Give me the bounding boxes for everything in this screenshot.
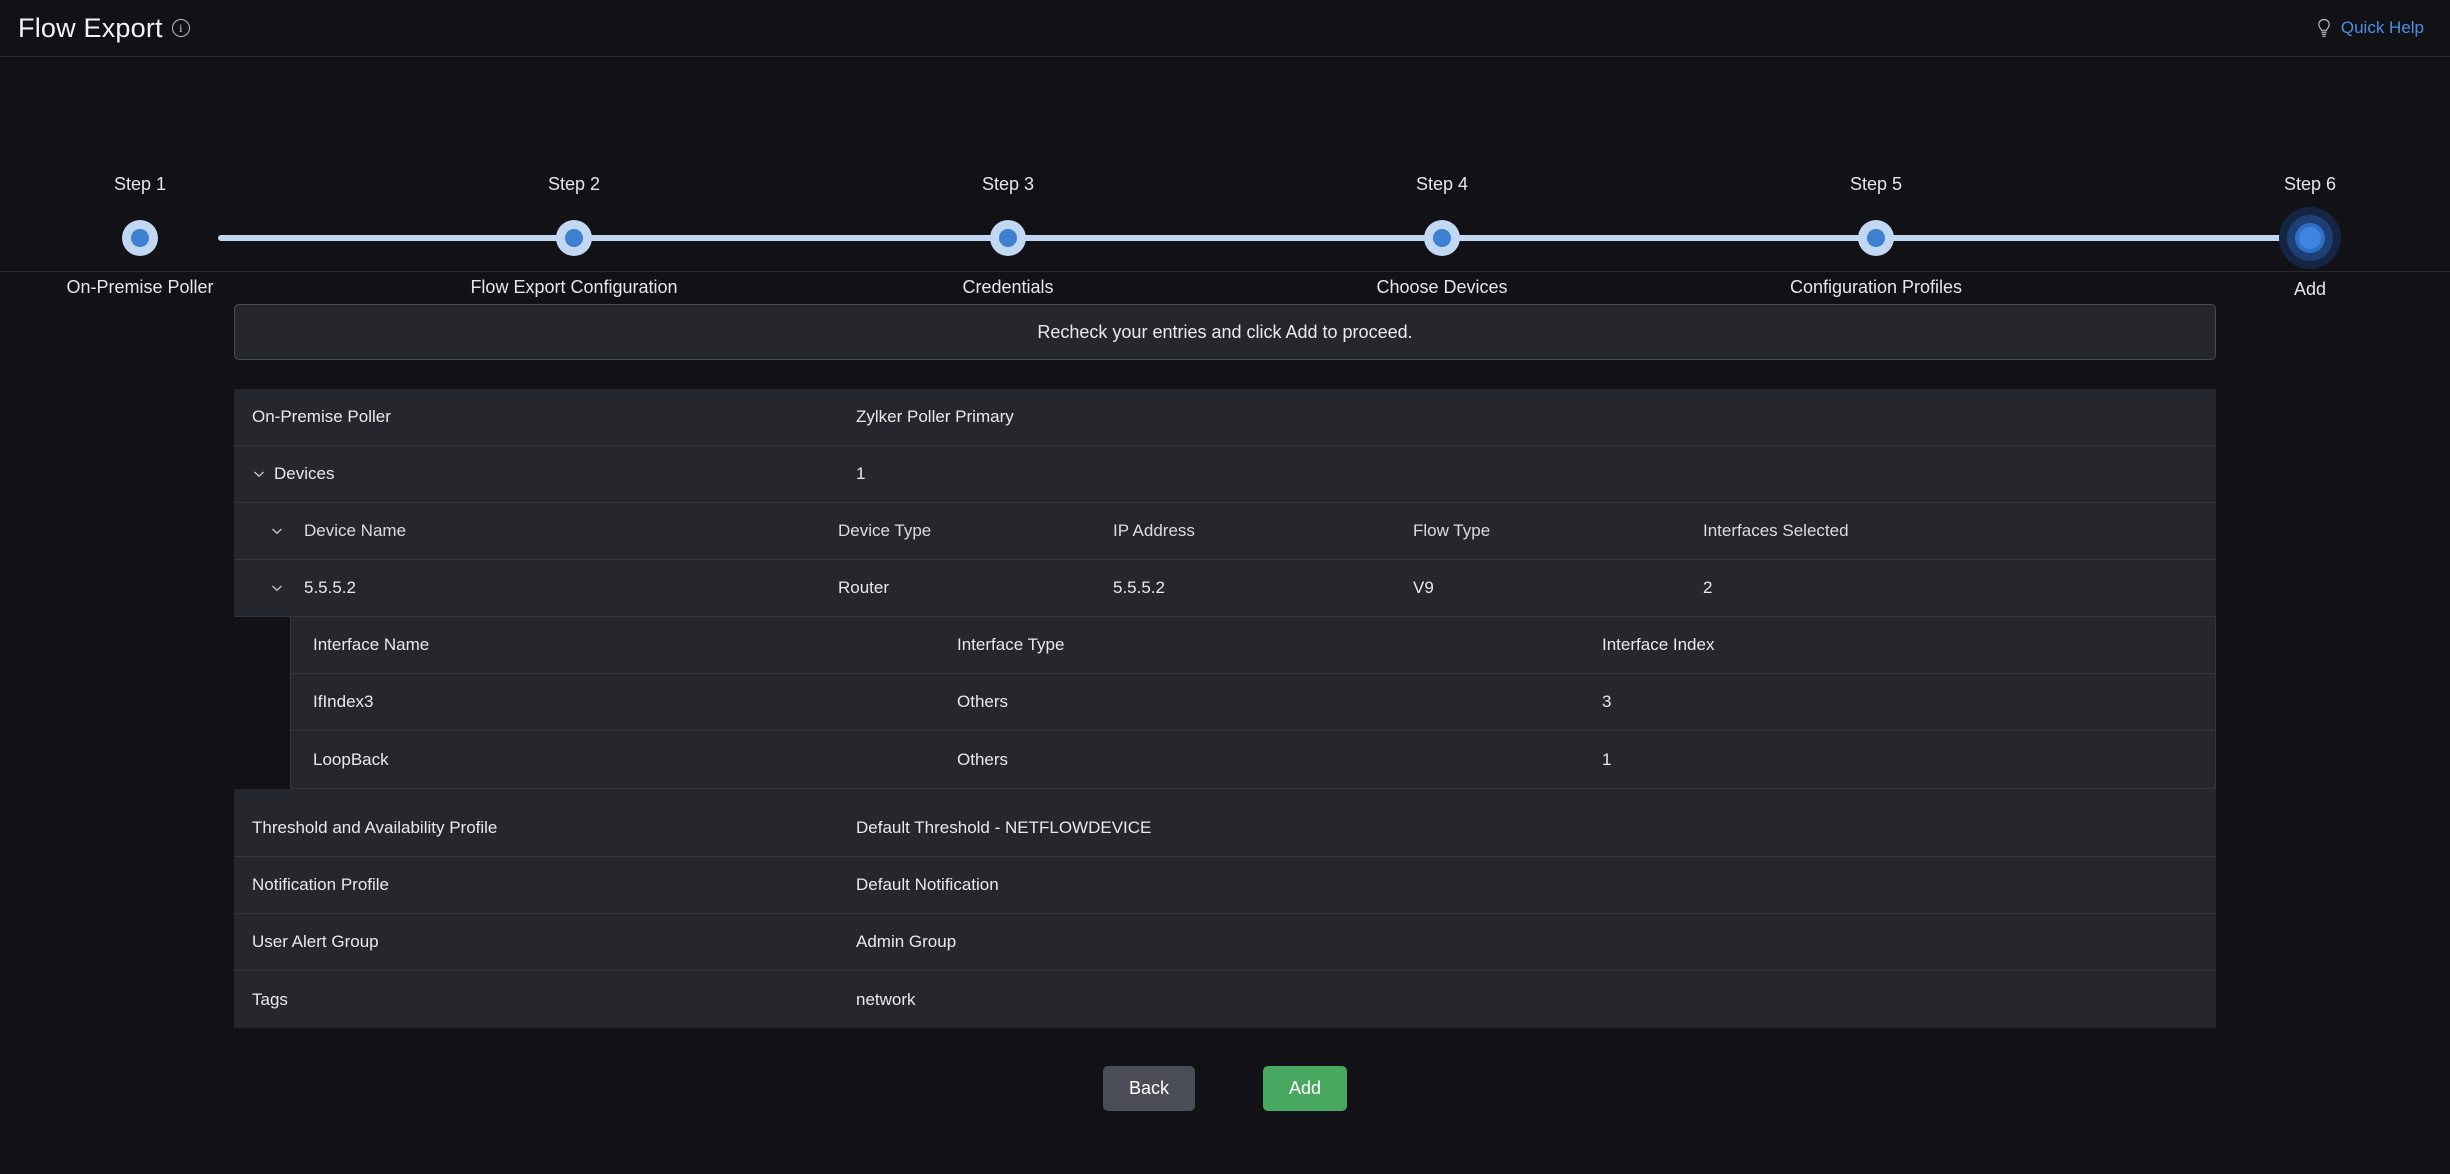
interface-table: Interface Name Interface Type Interface …: [290, 617, 2216, 789]
page-title-group: Flow Export i: [18, 13, 190, 44]
stepper-dot-inner: [1867, 229, 1885, 247]
stepper-step-dot[interactable]: [114, 212, 166, 264]
stepper-dot-inner: [1433, 229, 1451, 247]
stepper-step-number: Step 3: [981, 174, 1035, 194]
stepper-step-number: Step 2: [547, 174, 601, 194]
col-interface-name: Interface Name: [313, 635, 430, 654]
quick-help-label: Quick Help: [2340, 18, 2424, 37]
lightbulb-icon: [2318, 18, 2330, 37]
stepper-step-dot[interactable]: [2279, 207, 2341, 269]
stepper-dot-inner: [2299, 227, 2321, 249]
stepper-track: [218, 235, 2310, 241]
main-content: Recheck your entries and click Add to pr…: [0, 272, 2450, 1111]
back-button[interactable]: Back: [1102, 1066, 1195, 1111]
summary-row: Notification Profile Default Notification: [234, 857, 2216, 914]
interface-name-value: IfIndex3: [313, 692, 374, 711]
add-button[interactable]: Add: [1263, 1066, 1348, 1111]
stepper-step-label: On-Premise Poller: [66, 277, 214, 297]
interfaces-selected-value: 2: [1703, 578, 1713, 597]
stepper-dot-outer: [2295, 223, 2325, 253]
stepper-step-number: Step 5: [1849, 174, 1903, 194]
stepper-step-dot[interactable]: [1416, 212, 1468, 264]
notice-text: Recheck your entries and click Add to pr…: [1037, 321, 1413, 342]
stepper-step-dot[interactable]: [548, 212, 600, 264]
device-type-value: Router: [838, 578, 890, 597]
wizard-stepper: Step 1 On-Premise Poller Step 2 Flow Export…: [0, 57, 2450, 299]
stepper-dot-outer: [1424, 220, 1460, 256]
stepper-step-dot[interactable]: [1850, 212, 1902, 264]
poller-label: On-Premise Poller: [252, 407, 391, 426]
summary-row-devices[interactable]: Devices 1: [234, 446, 2216, 503]
col-interface-type: Interface Type: [957, 635, 1065, 654]
col-device-type: Device Type: [838, 521, 932, 540]
stepper-dot-inner: [131, 229, 149, 247]
summary-row: Threshold and Availability Profile Defaul…: [234, 800, 2216, 857]
poller-value: Zylker Poller Primary: [856, 407, 1014, 426]
summary-row-value: Default Threshold - NETFLOWDEVICE: [856, 818, 1152, 837]
stepper-step-label: Flow Export Configuration: [470, 277, 678, 297]
summary-row-value: Admin Group: [856, 932, 957, 951]
device-name-value: 5.5.5.2: [304, 578, 356, 597]
chevron-down-icon[interactable]: [252, 524, 304, 538]
interface-table-header: Interface Name Interface Type Interface …: [291, 617, 2215, 674]
stepper-step-number: Step 4: [1415, 174, 1469, 194]
summary-row-label: Notification Profile: [252, 875, 390, 894]
stepper-dot-outer: [556, 220, 592, 256]
stepper-step-dot[interactable]: [982, 212, 1034, 264]
stepper-dot-inner: [999, 229, 1017, 247]
stepper-step-label: Add: [2293, 279, 2327, 299]
summary-row-value: Default Notification: [856, 875, 999, 894]
notice-banner: Recheck your entries and click Add to pr…: [234, 304, 2216, 360]
interface-index-value: 3: [1602, 692, 1612, 711]
chevron-down-icon[interactable]: [252, 581, 304, 595]
summary-row: User Alert Group Admin Group: [234, 914, 2216, 971]
stepper-step-label: Credentials: [962, 277, 1054, 297]
device-table-header[interactable]: Device Name Device Type IP Address Flow …: [234, 503, 2216, 560]
summary-row-poller: On-Premise Poller Zylker Poller Primary: [234, 389, 2216, 446]
devices-count: 1: [856, 464, 866, 483]
summary-row-label: User Alert Group: [252, 932, 379, 951]
stepper-dot-outer: [1858, 220, 1894, 256]
stepper-step-number: Step 6: [2283, 174, 2337, 194]
summary-row-value: network: [856, 989, 916, 1009]
info-icon[interactable]: i: [171, 19, 190, 37]
stepper-dot-inner: [565, 229, 583, 247]
top-bar: Flow Export i Quick Help: [0, 0, 2450, 57]
ip-address-value: 5.5.5.2: [1113, 578, 1165, 597]
col-interface-index: Interface Index: [1602, 635, 1715, 654]
interface-index-value: 1: [1602, 749, 1612, 769]
page-title: Flow Export: [18, 12, 163, 43]
device-table-row[interactable]: 5.5.5.2 Router 5.5.5.2 V9 2: [234, 560, 2216, 617]
interface-table-row: IfIndex3 Others 3: [291, 674, 2215, 731]
interface-type-value: Others: [957, 749, 1009, 769]
summary-row: Tags network: [234, 971, 2216, 1028]
stepper-step-number: Step 1: [113, 174, 167, 194]
col-ip-address: IP Address: [1113, 521, 1195, 540]
stepper-step-label: Configuration Profiles: [1789, 277, 1963, 297]
col-device-name: Device Name: [304, 521, 407, 540]
interface-table-row: LoopBack Others 1: [291, 731, 2215, 788]
chevron-down-icon[interactable]: [252, 467, 274, 481]
stepper-step-label: Choose Devices: [1376, 277, 1508, 297]
interface-name-value: LoopBack: [313, 749, 389, 769]
flow-type-value: V9: [1413, 578, 1434, 597]
col-interfaces-selected: Interfaces Selected: [1703, 521, 1849, 540]
col-flow-type: Flow Type: [1413, 521, 1491, 540]
summary-row-label: Threshold and Availability Profile: [252, 818, 498, 837]
summary-table: On-Premise Poller Zylker Poller Primary …: [234, 389, 2216, 1028]
summary-row-label: Tags: [252, 989, 288, 1009]
devices-label: Devices: [274, 464, 335, 483]
quick-help-button[interactable]: Quick Help: [2315, 18, 2424, 38]
interface-table-spacer: [234, 789, 2216, 800]
action-buttons: Back Add: [234, 1066, 2216, 1111]
stepper-dot-outer: [122, 220, 158, 256]
interface-type-value: Others: [957, 692, 1009, 711]
stepper-dot-outer: [990, 220, 1026, 256]
